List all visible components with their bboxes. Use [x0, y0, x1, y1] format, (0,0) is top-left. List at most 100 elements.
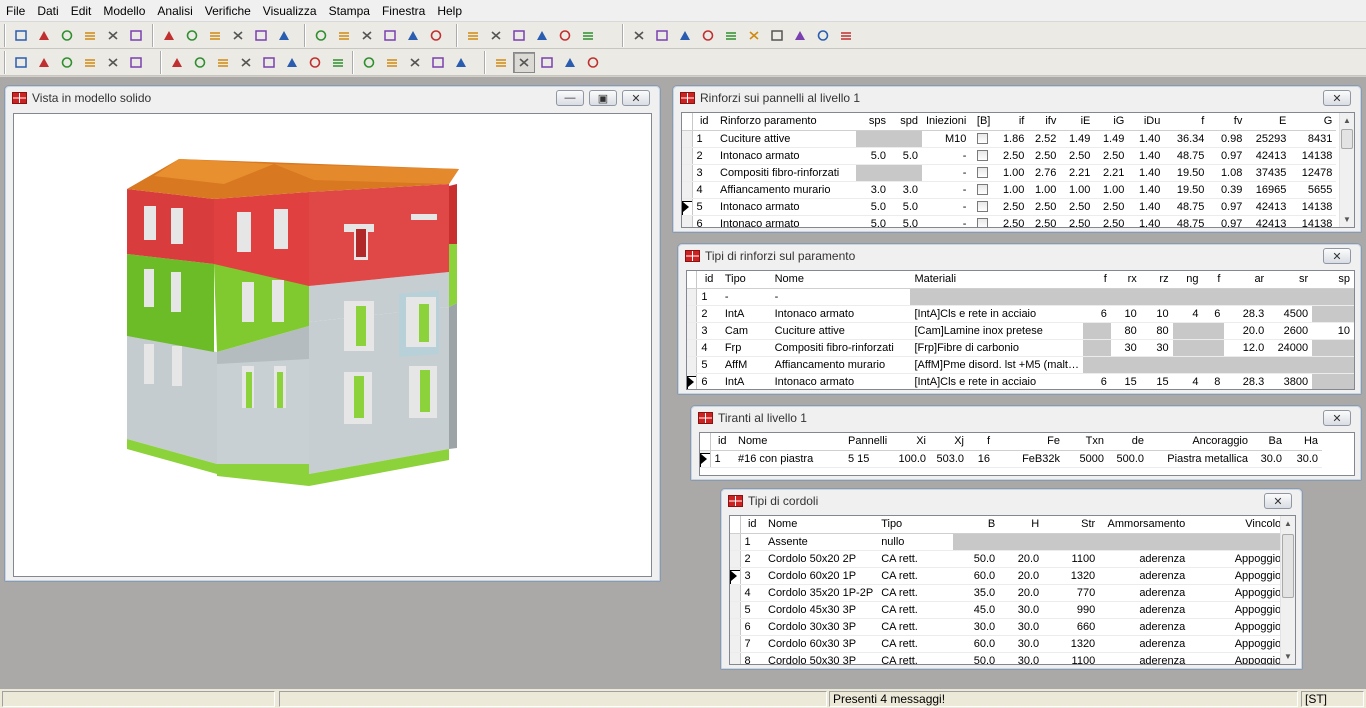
table-cell[interactable] [970, 198, 995, 216]
table-cell[interactable] [970, 181, 995, 199]
menu-dati[interactable]: Dati [31, 0, 64, 22]
table-cell[interactable]: 12.0 [1224, 339, 1269, 357]
arch-button[interactable] [235, 52, 257, 73]
column-header[interactable]: sps [856, 113, 890, 131]
bars-chart-button[interactable] [402, 25, 424, 46]
checkbox[interactable] [976, 184, 988, 196]
table-cell[interactable]: 19.50 [1164, 164, 1209, 182]
table-cell[interactable]: Appoggio [1189, 618, 1286, 636]
table-row[interactable]: 3 Compositi fibro-rinforzati -1.00 2.76 2.21… [682, 164, 1337, 182]
table-cell[interactable]: 20.0 [999, 567, 1044, 585]
table-cell[interactable]: 48.75 [1164, 147, 1209, 165]
table-cell[interactable]: 30.0 [999, 618, 1044, 636]
table-cell[interactable]: - [770, 288, 911, 306]
mesh-button[interactable] [425, 25, 447, 46]
table-cell[interactable]: 503.0 [930, 450, 968, 468]
row-indicator[interactable] [682, 215, 693, 227]
checkbox[interactable] [976, 167, 988, 179]
scroll-thumb[interactable] [1341, 129, 1353, 149]
column-header[interactable]: Tipo [720, 271, 771, 289]
column-header[interactable]: Xi [892, 433, 930, 451]
table-cell[interactable]: 1320 [1043, 635, 1100, 653]
table-cell[interactable]: 2.76 [1028, 164, 1061, 182]
solid-view-button[interactable] [513, 52, 535, 73]
table-cell[interactable] [1202, 322, 1225, 340]
column-button[interactable] [327, 52, 349, 73]
table-cell[interactable] [1224, 356, 1269, 374]
table-cell[interactable]: aderenza [1099, 618, 1190, 636]
row-indicator[interactable] [682, 130, 693, 148]
column-header[interactable]: f [1202, 271, 1225, 289]
table-cell[interactable]: Appoggio [1189, 601, 1286, 619]
table-cell[interactable]: - [922, 215, 971, 227]
table-cell[interactable] [1268, 288, 1313, 306]
table-cell[interactable]: Cuciture attive [770, 322, 911, 340]
table-cell[interactable]: 15 [1140, 373, 1173, 389]
table-cell[interactable]: Frp [720, 339, 771, 357]
table-row[interactable]: 3 Cam Cuciture attive [Cam]Lamine inox pret… [687, 322, 1354, 340]
table-cell[interactable]: 1 [740, 533, 764, 551]
column-header[interactable]: Nome [770, 271, 911, 289]
last-button[interactable] [273, 25, 295, 46]
table-cell[interactable]: Intonaco armato [716, 215, 856, 227]
window-title-bar[interactable]: Tipi di rinforzi sul paramento [678, 244, 1361, 268]
table-cell[interactable]: 50.0 [953, 550, 1000, 568]
table-cell[interactable]: 660 [1043, 618, 1100, 636]
row-indicator[interactable] [687, 373, 698, 389]
table-cell[interactable] [856, 164, 890, 182]
table-cell[interactable]: 36.34 [1164, 130, 1209, 148]
column-header[interactable]: sp [1312, 271, 1354, 289]
column-header[interactable]: G [1290, 113, 1337, 131]
table-cell[interactable]: Cuciture attive [716, 130, 856, 148]
table-cell[interactable]: 28.3 [1224, 373, 1269, 389]
table-cell[interactable]: 3 [692, 164, 716, 182]
table-cell[interactable]: Cordolo 45x30 3P [764, 601, 878, 619]
table-cell[interactable]: CA rett. [877, 550, 954, 568]
table-cell[interactable]: 2.50 [1094, 198, 1129, 216]
row-indicator[interactable] [682, 164, 693, 182]
table-cell[interactable]: 770 [1043, 584, 1100, 602]
table-cell[interactable]: 1.86 [994, 130, 1029, 148]
table-cell[interactable]: 1.40 [1128, 215, 1165, 227]
row-indicator[interactable] [687, 356, 698, 374]
table-cell[interactable]: Piastra metallica [1148, 450, 1252, 468]
column-header[interactable]: Rinforzo paramento [716, 113, 856, 131]
column-header[interactable]: ifv [1028, 113, 1061, 131]
table-cell[interactable]: aderenza [1099, 584, 1190, 602]
column-header[interactable]: id [696, 271, 721, 289]
table-cell[interactable]: 35.0 [953, 584, 1000, 602]
stack-button[interactable] [554, 25, 576, 46]
table-cell[interactable] [890, 164, 922, 182]
table-cell[interactable]: 5.0 [856, 198, 890, 216]
table-cell[interactable]: 3.0 [856, 181, 890, 199]
table-cell[interactable]: 80 [1110, 322, 1141, 340]
stop-button[interactable] [125, 52, 147, 73]
table-row[interactable]: 4 Affiancamento murario 3.0 3.0-1.00 1.00 1.0… [682, 181, 1337, 199]
blue-arrow-button[interactable] [582, 52, 604, 73]
zoom-window-button[interactable] [56, 52, 78, 73]
align-2-button[interactable] [651, 25, 673, 46]
table-row[interactable]: 4 Cordolo 35x20 1P-2P CA rett. 35.0 20.0 770 a… [730, 584, 1286, 602]
table-cell[interactable]: #16 con piastra [734, 450, 844, 468]
vertical-scrollbar[interactable]: ▲ ▼ [1339, 113, 1354, 227]
table-cell[interactable]: 1 [692, 130, 716, 148]
table-cell[interactable]: aderenza [1099, 567, 1190, 585]
table-cell[interactable] [1312, 305, 1354, 323]
table-cell[interactable]: 6 [1083, 373, 1111, 389]
column-header[interactable]: rz [1140, 271, 1173, 289]
column-header[interactable]: Ha [1286, 433, 1322, 451]
table-cell[interactable]: 3800 [1268, 373, 1313, 389]
checkbox[interactable] [976, 201, 988, 213]
table-cell[interactable] [970, 164, 995, 182]
table-cell[interactable]: 5 [740, 601, 764, 619]
table-row[interactable]: 6 Cordolo 30x30 3P CA rett. 30.0 30.0 660 ader… [730, 618, 1286, 636]
table-cell[interactable]: 0.39 [1208, 181, 1247, 199]
table-cell[interactable]: 2.21 [1094, 164, 1129, 182]
table-cell[interactable] [1312, 356, 1354, 374]
extend-button[interactable] [450, 52, 472, 73]
grid-view-button[interactable] [310, 25, 332, 46]
menu-stampa[interactable]: Stampa [323, 0, 376, 22]
table-cell[interactable] [1083, 339, 1111, 357]
table-cell[interactable]: aderenza [1099, 652, 1190, 664]
panel-button[interactable] [189, 52, 211, 73]
